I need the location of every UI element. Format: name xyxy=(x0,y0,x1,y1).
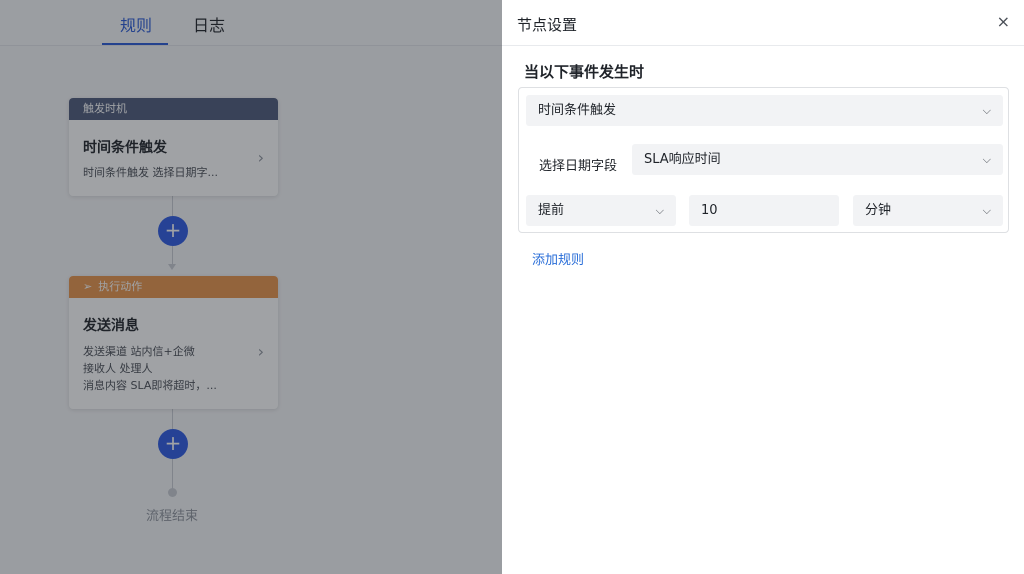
chevron-down-icon: ⌵ xyxy=(982,104,991,117)
section-title: 当以下事件发生时 xyxy=(524,63,645,81)
chevron-down-icon: ⌵ xyxy=(982,204,991,217)
node-settings-drawer: 节点设置 × 当以下事件发生时 时间条件触发 ⌵ 选择日期字段 SLA响应时间 … xyxy=(502,0,1024,574)
offset-value: 10 xyxy=(701,203,718,218)
add-rule-link[interactable]: 添加规则 xyxy=(532,249,584,268)
date-field-value: SLA响应时间 xyxy=(644,152,721,167)
date-field-select[interactable]: SLA响应时间 ⌵ xyxy=(632,144,1003,175)
offset-unit-value: 分钟 xyxy=(865,203,892,218)
modal-overlay[interactable] xyxy=(0,0,502,574)
trigger-type-value: 时间条件触发 xyxy=(538,103,617,118)
trigger-type-select[interactable]: 时间条件触发 ⌵ xyxy=(526,95,1003,126)
drawer-header: 节点设置 × xyxy=(502,0,1024,46)
offset-direction-value: 提前 xyxy=(538,203,565,218)
offset-unit-select[interactable]: 分钟 ⌵ xyxy=(853,195,1003,226)
chevron-down-icon: ⌵ xyxy=(982,153,991,166)
date-field-label: 选择日期字段 xyxy=(539,159,618,174)
offset-value-input[interactable]: 10 xyxy=(689,195,839,226)
drawer-title: 节点设置 xyxy=(517,16,578,34)
close-icon[interactable]: × xyxy=(997,12,1010,31)
rule-box: 时间条件触发 ⌵ 选择日期字段 SLA响应时间 ⌵ 提前 ⌵ 10 分钟 ⌵ xyxy=(518,87,1009,233)
chevron-down-icon: ⌵ xyxy=(655,204,664,217)
offset-direction-select[interactable]: 提前 ⌵ xyxy=(526,195,676,226)
